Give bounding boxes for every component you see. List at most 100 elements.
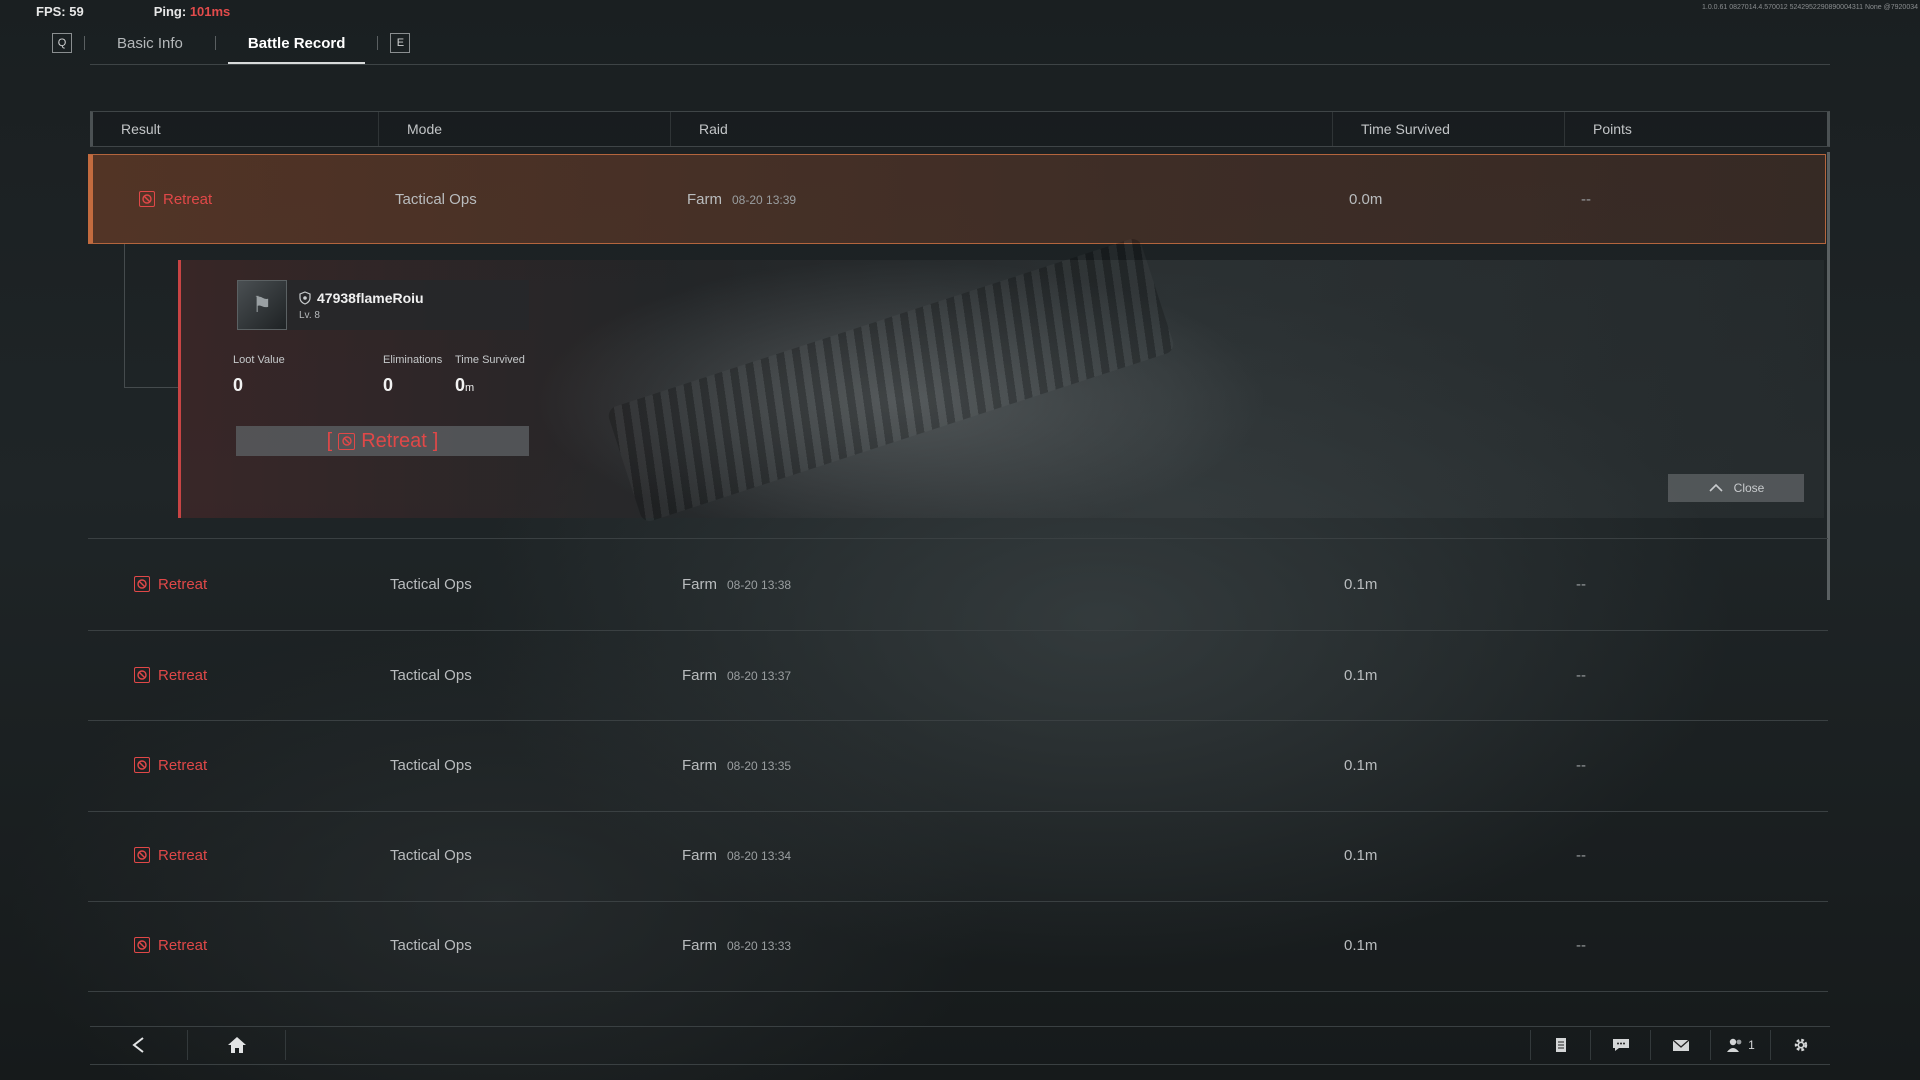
points-cell: -- (1576, 666, 1586, 684)
banner-text: Retreat (361, 429, 427, 452)
row-divider (88, 538, 1828, 539)
row-divider (88, 720, 1828, 721)
chat-icon (1612, 1039, 1629, 1051)
retreat-icon (139, 191, 155, 207)
retreat-icon (134, 576, 150, 592)
raid-map: Farm (682, 666, 717, 684)
column-mode: Mode (379, 112, 671, 146)
time-cell: 0.1m (1344, 575, 1378, 593)
result-cell: Retreat (93, 191, 395, 208)
row-divider (88, 630, 1828, 631)
raid-cell: Farm 08-20 13:39 (687, 191, 1349, 208)
stats-block: Loot Value 0 Eliminations 0 Time Survive… (233, 354, 533, 404)
gear-icon (1794, 1038, 1807, 1052)
table-row[interactable]: Retreat Tactical Ops Farm 08-20 13:34 0.1… (88, 819, 1826, 891)
result-text: Retreat (158, 575, 208, 593)
ping-value: 101ms (189, 4, 231, 19)
mode-cell: Tactical Ops (395, 190, 477, 208)
raid-date: 08-20 13:35 (727, 758, 792, 773)
home-button[interactable] (188, 1030, 286, 1060)
detail-panel: ⚑ 47938flameRoiu Lv. 8 Loot Value 0 Elim… (178, 236, 1824, 524)
close-button[interactable]: Close (1668, 474, 1804, 502)
mode-cell: Tactical Ops (390, 575, 472, 593)
raid-map: Farm (682, 756, 717, 774)
time-value: 0 (455, 375, 466, 395)
points-cell: -- (1576, 575, 1586, 593)
time-cell: 0.1m (1344, 666, 1378, 684)
home-icon (227, 1037, 246, 1053)
player-level: Lv. 8 (299, 309, 320, 321)
player-info: 47938flameRoiu Lv. 8 (287, 290, 424, 321)
result-text: Retreat (158, 846, 208, 864)
retreat-icon (134, 757, 150, 773)
friends-button[interactable]: 1 (1710, 1030, 1770, 1060)
column-raid: Raid (671, 112, 1333, 146)
tab-divider (84, 36, 85, 50)
build-info: 1.0.0.61 0827014.4.570012 52429522908900… (1701, 4, 1918, 11)
weapon-background-image (606, 236, 1176, 524)
tab-battle-record[interactable]: Battle Record (227, 25, 366, 65)
bottom-bar-border (90, 1026, 1830, 1027)
friends-count: 1 (1748, 1038, 1755, 1052)
raid-map: Farm (687, 190, 722, 208)
stat-loot-value: Loot Value 0 (233, 354, 285, 396)
next-tab-key[interactable]: E (390, 33, 411, 53)
table-row[interactable]: Retreat Tactical Ops Farm 08-20 13:37 0.1… (88, 639, 1826, 711)
mode-cell: Tactical Ops (390, 756, 472, 774)
result-cell: Retreat (88, 667, 390, 684)
points-cell: -- (1576, 846, 1586, 864)
notes-button[interactable] (1530, 1030, 1590, 1060)
points-cell: -- (1576, 756, 1586, 774)
raid-map: Farm (682, 575, 717, 593)
raid-map: Farm (682, 846, 717, 864)
record-detail: ⚑ 47938flameRoiu Lv. 8 Loot Value 0 Elim… (124, 236, 1824, 524)
ping-readout: Ping: 101ms (154, 4, 231, 19)
result-cell: Retreat (88, 757, 390, 774)
tabs-underline (90, 64, 1830, 65)
result-text: Retreat (158, 936, 208, 954)
scrollbar[interactable] (1827, 152, 1830, 600)
column-result: Result (93, 112, 379, 146)
back-arrow-icon (131, 1037, 144, 1053)
retreat-icon (338, 432, 356, 450)
stat-eliminations: Eliminations 0 (383, 354, 442, 396)
mail-button[interactable] (1650, 1030, 1710, 1060)
stat-time-survived: Time Survived 0m (455, 354, 525, 396)
settings-button[interactable] (1770, 1030, 1830, 1060)
bottom-bar-border (90, 1064, 1830, 1065)
result-cell: Retreat (88, 937, 390, 954)
result-text: Retreat (163, 190, 213, 208)
stat-label: Loot Value (233, 354, 285, 366)
result-banner: [ Retreat ] (236, 426, 529, 456)
raid-date: 08-20 13:37 (727, 668, 792, 683)
raid-cell: Farm 08-20 13:34 (682, 847, 1344, 864)
raid-date: 08-20 13:34 (727, 848, 792, 863)
stat-label: Eliminations (383, 354, 443, 366)
prev-tab-key[interactable]: Q (52, 33, 72, 53)
player-card: ⚑ 47938flameRoiu Lv. 8 (237, 280, 529, 330)
table-row-selected[interactable]: Retreat Tactical Ops Farm 08-20 13:39 0.0… (88, 154, 1826, 244)
fps-readout: FPS: 59 (36, 4, 84, 19)
row-divider (88, 901, 1828, 902)
time-cell: 0.1m (1344, 756, 1378, 774)
chat-button[interactable] (1590, 1030, 1650, 1060)
table-row[interactable]: Retreat Tactical Ops Farm 08-20 13:35 0.1… (88, 729, 1826, 801)
time-cell: 0.1m (1344, 846, 1378, 864)
mode-cell: Tactical Ops (390, 846, 472, 864)
avatar: ⚑ (237, 280, 287, 330)
banner-bracket-close: ] (432, 429, 439, 452)
close-label: Close (1733, 481, 1765, 495)
chevron-up-icon (1709, 483, 1723, 492)
document-icon (1555, 1038, 1566, 1052)
points-cell: -- (1576, 936, 1586, 954)
raid-cell: Farm 08-20 13:37 (682, 667, 1344, 684)
points-cell: -- (1581, 190, 1591, 208)
back-button[interactable] (90, 1030, 188, 1060)
result-cell: Retreat (88, 847, 390, 864)
table-row[interactable]: Retreat Tactical Ops Farm 08-20 13:33 0.1… (88, 909, 1826, 981)
stat-value: 0 (383, 375, 394, 395)
table-row[interactable]: Retreat Tactical Ops Farm 08-20 13:38 0.1… (88, 548, 1826, 620)
tab-basic-info[interactable]: Basic Info (97, 25, 203, 61)
bottom-utility-bar: 1 (1530, 1030, 1830, 1060)
detail-connector (124, 244, 180, 388)
